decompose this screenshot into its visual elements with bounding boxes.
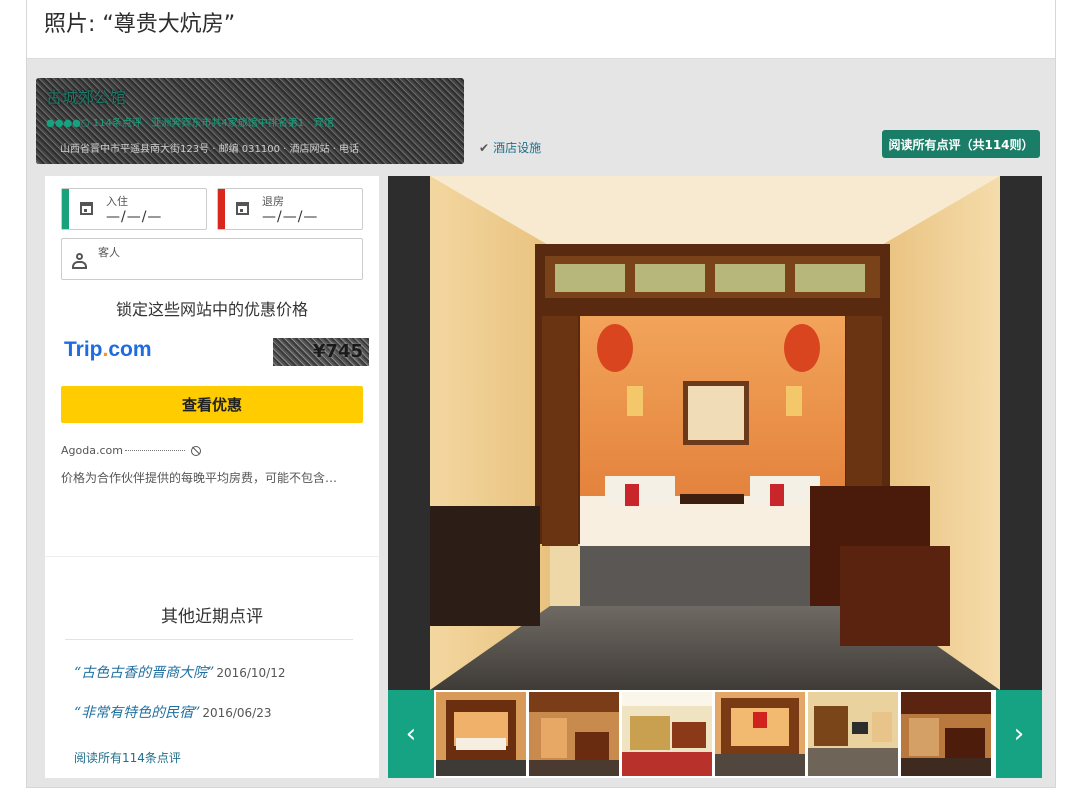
thumbnail-3[interactable] bbox=[622, 692, 712, 776]
checkin-field[interactable]: 入住 —/—/— bbox=[61, 188, 207, 230]
calendar-icon bbox=[80, 202, 93, 215]
thumbnail-2[interactable] bbox=[529, 692, 619, 776]
read-all-reviews-link[interactable]: 阅读所有114条点评 bbox=[74, 749, 181, 766]
thumbnail-5[interactable] bbox=[808, 692, 898, 776]
recent-reviews-heading: 其他近期点评 bbox=[161, 607, 263, 627]
calendar-icon bbox=[236, 202, 249, 215]
checkout-value: —/—/— bbox=[262, 209, 319, 225]
hotel-name[interactable]: 古城郊公馆 bbox=[46, 84, 126, 108]
booking-sidebar: 入住 —/—/— 退房 —/—/— 客人 锁定这些网站中的优惠价格 Trip.c… bbox=[45, 176, 379, 778]
unavailable-icon bbox=[190, 446, 201, 456]
photo-viewer-modal: 照片: “尊贵大炕房” 古城郊公馆 ●●●●○ 114条点评 · 亚洲奔宾东市共… bbox=[26, 0, 1056, 788]
hotel-rating-meta: ●●●●○ 114条点评 · 亚洲奔宾东市共4家旅馆中排名第1 · 宾馆 bbox=[46, 118, 334, 129]
review-quote[interactable]: “非常有特色的民宿” bbox=[74, 705, 200, 721]
checkout-accent-bar bbox=[218, 189, 225, 229]
guests-field[interactable]: 客人 bbox=[61, 238, 363, 280]
page-title: 照片: “尊贵大炕房” bbox=[44, 12, 236, 37]
lock-prices-heading: 锁定这些网站中的优惠价格 bbox=[115, 300, 308, 319]
checkout-label: 退房 bbox=[262, 195, 284, 208]
prev-photo-button[interactable]: ‹ bbox=[388, 690, 434, 778]
guests-label: 客人 bbox=[98, 246, 120, 259]
thumbnail-4[interactable] bbox=[715, 692, 805, 776]
main-photo[interactable] bbox=[388, 176, 1042, 690]
review-item[interactable]: “古色古香的晋商大院” 2016/10/12 bbox=[74, 662, 286, 682]
review-date: 2016/06/23 bbox=[202, 706, 272, 720]
review-quote[interactable]: “古色古香的晋商大院” bbox=[74, 665, 214, 681]
next-photo-button[interactable]: › bbox=[996, 690, 1042, 778]
checkin-label: 入住 bbox=[106, 195, 128, 208]
room-photo-illustration bbox=[430, 176, 1000, 690]
amenities-label: 酒店设施 bbox=[493, 141, 542, 155]
checkout-field[interactable]: 退房 —/—/— bbox=[217, 188, 363, 230]
agoda-row[interactable]: Agoda.com bbox=[61, 444, 201, 457]
amenities-link[interactable]: ✔ 酒店设施 bbox=[479, 139, 541, 156]
thumbnail-strip: ‹ › bbox=[388, 690, 1042, 778]
trip-logo[interactable]: Trip.com bbox=[64, 338, 152, 362]
price-disclaimer: 价格为合作伙伴提供的每晚平均房费，可能不包含… bbox=[61, 471, 338, 485]
agoda-label: Agoda.com bbox=[61, 444, 123, 457]
divider bbox=[65, 639, 353, 640]
modal-titlebar: 照片: “尊贵大炕房” bbox=[27, 0, 1055, 59]
read-all-reviews-button[interactable]: 阅读所有点评（共114则） bbox=[882, 130, 1040, 158]
check-icon: ✔ bbox=[479, 141, 490, 155]
trip-price-obscured[interactable]: ¥745 bbox=[273, 338, 369, 366]
divider bbox=[45, 556, 379, 557]
hotel-header-obscured: 古城郊公馆 ●●●●○ 114条点评 · 亚洲奔宾东市共4家旅馆中排名第1 · … bbox=[36, 78, 464, 164]
trip-price: ¥745 bbox=[312, 341, 363, 362]
review-date: 2016/10/12 bbox=[216, 666, 286, 680]
dotted-leader bbox=[124, 449, 185, 451]
hotel-address: 山西省晋中市平遥县南大街123号 · 邮编 031100 · 酒店网站 · 电话 bbox=[60, 144, 360, 155]
thumbnail-6[interactable] bbox=[901, 692, 991, 776]
thumbnail-1[interactable] bbox=[436, 692, 526, 776]
view-deal-button[interactable]: 查看优惠 bbox=[61, 386, 363, 423]
review-item[interactable]: “非常有特色的民宿” 2016/06/23 bbox=[74, 702, 272, 722]
person-icon bbox=[71, 253, 89, 269]
checkin-value: —/—/— bbox=[106, 209, 163, 225]
checkin-accent-bar bbox=[62, 189, 69, 229]
